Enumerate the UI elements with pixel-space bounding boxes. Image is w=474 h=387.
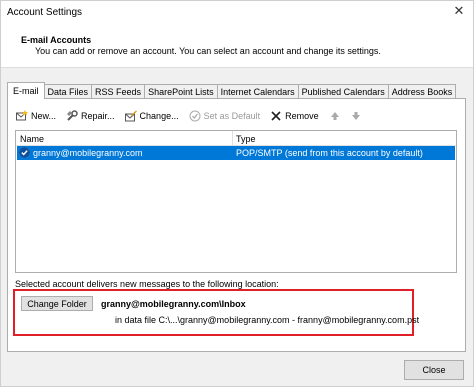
tab-published-calendars[interactable]: Published Calendars bbox=[297, 84, 389, 98]
account-type: POP/SMTP (send from this account by defa… bbox=[236, 148, 423, 158]
header-description: You can add or remove an account. You ca… bbox=[35, 46, 381, 56]
dialog-header: E-mail Accounts You can add or remove an… bbox=[1, 23, 473, 68]
default-check-icon bbox=[189, 110, 201, 122]
account-name: granny@mobilegranny.com bbox=[33, 148, 143, 158]
set-as-default-button[interactable]: Set as Default bbox=[189, 110, 261, 122]
new-account-button[interactable]: New... bbox=[16, 110, 56, 122]
tab-address-books[interactable]: Address Books bbox=[387, 84, 457, 98]
tab-strip: E-mail Data Files RSS Feeds SharePoint L… bbox=[7, 82, 457, 99]
wrench-icon bbox=[66, 110, 78, 122]
set-default-label: Set as Default bbox=[203, 111, 261, 121]
accounts-list: Name Type granny@mobilegranny.com POP/SM… bbox=[15, 130, 457, 273]
column-header-type[interactable]: Type bbox=[236, 134, 256, 144]
account-row[interactable]: granny@mobilegranny.com POP/SMTP (send f… bbox=[17, 146, 455, 160]
new-button-label: New... bbox=[31, 111, 57, 121]
move-up-button[interactable] bbox=[329, 110, 344, 122]
close-button[interactable]: Close bbox=[404, 360, 464, 380]
tab-email[interactable]: E-mail bbox=[7, 82, 45, 99]
repair-button-label: Repair... bbox=[81, 111, 115, 121]
tab-data-files[interactable]: Data Files bbox=[43, 84, 93, 98]
account-settings-window: Account Settings ✕ E-mail Accounts You c… bbox=[0, 0, 474, 387]
header-title: E-mail Accounts bbox=[21, 35, 92, 45]
move-down-button[interactable] bbox=[350, 110, 365, 122]
remove-button[interactable]: Remove bbox=[270, 110, 319, 122]
tab-sharepoint-lists[interactable]: SharePoint Lists bbox=[144, 84, 218, 98]
window-close-icon[interactable]: ✕ bbox=[451, 3, 467, 19]
list-header: Name Type bbox=[16, 131, 456, 146]
email-tab-panel: New... Repair... Change... Set as Defaul… bbox=[7, 98, 466, 352]
arrow-down-icon bbox=[350, 110, 362, 122]
delivery-location-highlight: Change Folder granny@mobilegranny.com\In… bbox=[13, 289, 419, 336]
tab-internet-calendars[interactable]: Internet Calendars bbox=[216, 84, 299, 98]
default-account-check-icon bbox=[19, 147, 30, 158]
data-file-path: in data file C:\...\granny@mobilegranny.… bbox=[115, 315, 420, 325]
title-bar: Account Settings ✕ bbox=[1, 1, 473, 23]
change-button-label: Change... bbox=[139, 111, 179, 121]
new-envelope-icon bbox=[16, 110, 28, 122]
account-toolbar: New... Repair... Change... Set as Defaul… bbox=[16, 109, 375, 123]
change-folder-button[interactable]: Change Folder bbox=[21, 296, 93, 311]
remove-button-label: Remove bbox=[285, 111, 319, 121]
delivery-location-label: Selected account delivers new messages t… bbox=[15, 279, 279, 289]
repair-button[interactable]: Repair... bbox=[66, 110, 115, 122]
column-header-name[interactable]: Name bbox=[20, 134, 44, 144]
change-button[interactable]: Change... bbox=[124, 110, 179, 122]
arrow-up-icon bbox=[329, 110, 341, 122]
change-settings-icon bbox=[124, 110, 137, 122]
remove-x-icon bbox=[270, 110, 282, 122]
inbox-folder-path: granny@mobilegranny.com\Inbox bbox=[101, 299, 246, 309]
column-divider[interactable] bbox=[232, 131, 233, 145]
window-title: Account Settings bbox=[7, 7, 83, 18]
tab-rss-feeds[interactable]: RSS Feeds bbox=[91, 84, 146, 98]
